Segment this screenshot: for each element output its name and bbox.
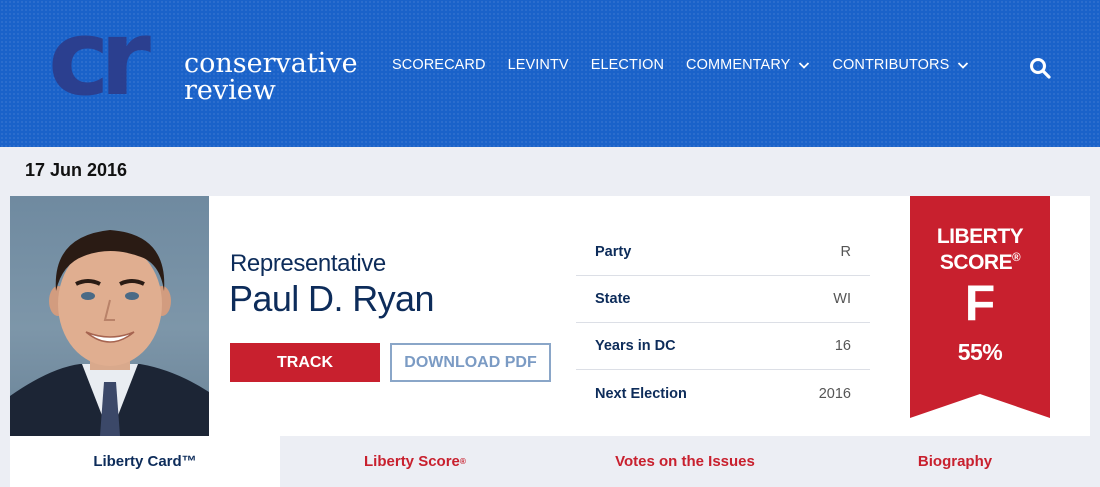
nav-scorecard[interactable]: SCORECARD	[392, 57, 486, 73]
nav-label: ELECTION	[590, 57, 665, 73]
profile-tabs: Liberty Card™ Liberty Score ® Votes on th…	[10, 436, 1090, 487]
info-row-party: Party R	[576, 229, 870, 276]
tab-label: Liberty Score	[364, 453, 460, 470]
nav-label: CONTRIBUTORS	[832, 57, 950, 73]
representative-name: Paul D. Ryan	[229, 278, 435, 319]
tab-biography[interactable]: Biography	[820, 436, 1090, 487]
logo-mark: cr	[48, 6, 188, 110]
registered-mark: ®	[1012, 252, 1021, 264]
logo-line-2: review	[184, 75, 276, 106]
representative-role: Representative	[230, 250, 386, 277]
liberty-score-ribbon: LIBERTY SCORE® F 55%	[910, 196, 1050, 418]
logo-mark-text: cr	[48, 0, 151, 119]
tab-label: Liberty Card™	[93, 453, 197, 470]
nav-levintv[interactable]: LEVINTV	[508, 57, 569, 73]
score-percent: 55%	[957, 339, 1003, 365]
info-label: Years in DC	[595, 338, 676, 354]
nav-election[interactable]: ELECTION	[591, 57, 664, 73]
liberty-card: Representative Paul D. Ryan TRACK DOWNLO…	[10, 196, 1090, 436]
tab-liberty-card[interactable]: Liberty Card™	[10, 436, 280, 487]
nav-label: SCORECARD	[392, 57, 486, 73]
info-value: 16	[834, 338, 851, 354]
score-label: LIBERTY SCORE®	[910, 224, 1050, 276]
nav-commentary[interactable]: COMMENTARY	[686, 57, 810, 73]
tab-label: Votes on the Issues	[615, 453, 755, 470]
info-row-state: State WI	[576, 276, 870, 323]
tab-label: Biography	[917, 453, 993, 470]
info-value: WI	[833, 291, 851, 307]
logo-wordmark: conservative review	[184, 50, 358, 104]
search-button[interactable]	[1028, 56, 1052, 80]
tab-liberty-score[interactable]: Liberty Score ®	[280, 436, 550, 487]
score-grade: F	[964, 275, 996, 331]
tab-votes-on-issues[interactable]: Votes on the Issues	[550, 436, 820, 487]
info-value: 2016	[818, 385, 851, 402]
info-table: Party R State WI Years in DC 16 Next Ele…	[576, 229, 870, 417]
info-row-years: Years in DC 16	[576, 323, 870, 370]
info-value: R	[840, 244, 851, 260]
chevron-down-icon	[799, 62, 810, 69]
main-nav: SCORECARD LEVINTV ELECTION COMMENTARY CO…	[392, 57, 991, 73]
nav-label: COMMENTARY	[686, 57, 791, 73]
score-label-line-2: SCORE	[939, 251, 1013, 274]
info-label: Party	[595, 244, 632, 260]
site-header: cr conservative review SCORECARD LEVINTV…	[0, 0, 1100, 147]
score-label-line-1: LIBERTY	[936, 225, 1024, 248]
download-pdf-button[interactable]: DOWNLOAD PDF	[390, 343, 551, 382]
portrait-illustration	[10, 230, 209, 436]
page-date: 17 Jun 2016	[25, 160, 128, 180]
track-button[interactable]: TRACK	[230, 343, 380, 382]
info-label: State	[595, 291, 631, 307]
nav-label: LEVINTV	[507, 57, 569, 73]
search-icon	[1030, 58, 1051, 79]
info-label: Next Election	[595, 385, 687, 402]
info-row-next-election: Next Election 2016	[576, 370, 870, 417]
chevron-down-icon	[958, 62, 969, 69]
site-logo[interactable]: cr conservative review	[48, 6, 368, 110]
representative-photo	[10, 196, 209, 436]
nav-contributors[interactable]: CONTRIBUTORS	[832, 57, 969, 73]
